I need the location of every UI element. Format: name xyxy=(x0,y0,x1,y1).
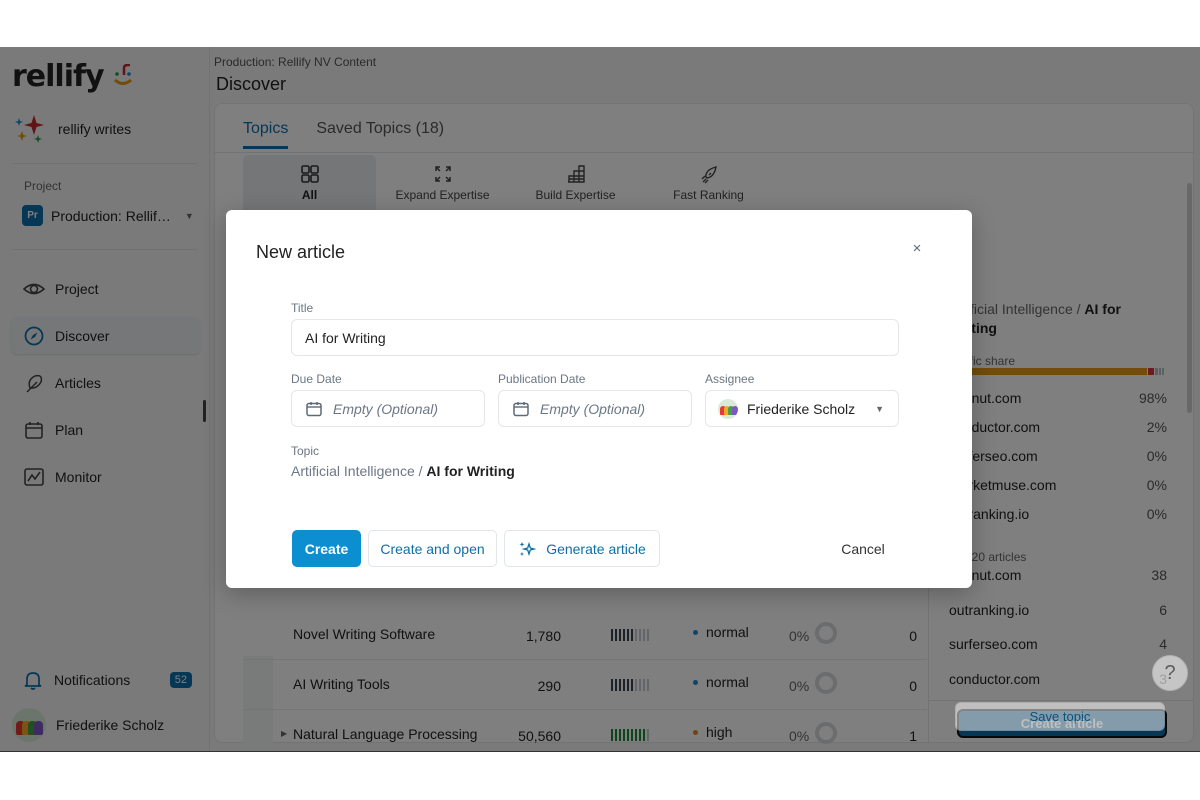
assignee-select[interactable]: Friederike Scholz ▼ xyxy=(705,390,899,427)
title-input-value: AI for Writing xyxy=(305,329,386,346)
create-button[interactable]: Create xyxy=(292,530,361,567)
due-date-input[interactable]: Empty (Optional) xyxy=(291,390,485,427)
generate-article-label: Generate article xyxy=(546,540,646,557)
calendar-icon xyxy=(513,401,529,416)
publication-date-input[interactable]: Empty (Optional) xyxy=(498,390,692,427)
title-input[interactable]: AI for Writing xyxy=(291,319,899,356)
publication-date-placeholder: Empty (Optional) xyxy=(540,400,646,417)
topic-current: AI for Writing xyxy=(426,463,515,479)
window-bottom-edge xyxy=(0,751,1200,752)
topic-parent: Artificial Intelligence xyxy=(291,463,415,479)
calendar-icon xyxy=(306,401,322,416)
generate-article-button[interactable]: Generate article xyxy=(504,530,660,567)
assignee-value: Friederike Scholz xyxy=(747,400,856,417)
cancel-button[interactable]: Cancel xyxy=(826,530,900,567)
help-button[interactable]: ? xyxy=(1152,655,1188,691)
save-topic-button[interactable]: Save topic xyxy=(955,702,1165,731)
new-article-dialog: New article × Title AI for Writing Due D… xyxy=(226,210,972,588)
dialog-title: New article xyxy=(256,242,346,262)
assignee-label: Assignee xyxy=(705,372,755,386)
close-icon[interactable]: × xyxy=(910,241,924,256)
title-label: Title xyxy=(291,301,314,315)
due-date-placeholder: Empty (Optional) xyxy=(333,400,439,417)
assignee-avatar xyxy=(718,398,738,419)
caret-down-icon: ▼ xyxy=(875,403,884,414)
create-and-open-button[interactable]: Create and open xyxy=(368,530,497,567)
due-date-label: Due Date xyxy=(291,372,342,386)
publication-date-label: Publication Date xyxy=(498,372,586,386)
sparkles-icon xyxy=(519,541,537,556)
topic-label: Topic xyxy=(291,444,320,458)
topic-path: Artificial Intelligence / AI for Writing xyxy=(291,463,515,479)
topic-separator: / xyxy=(418,463,423,479)
